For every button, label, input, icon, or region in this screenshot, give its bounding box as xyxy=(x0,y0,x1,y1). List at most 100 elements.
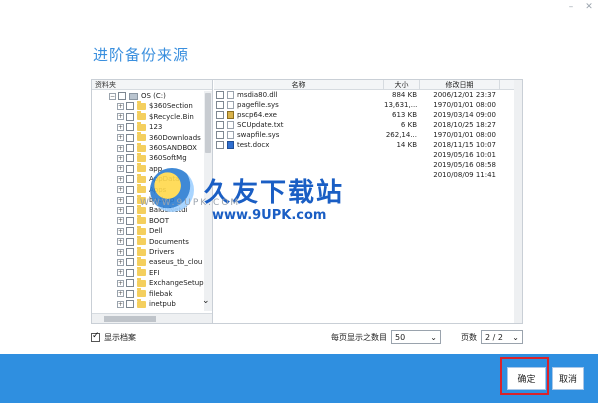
tree-hscrollbar[interactable] xyxy=(92,313,212,323)
expand-icon[interactable]: + xyxy=(117,175,124,183)
expand-icon[interactable]: + xyxy=(117,196,124,204)
expand-icon[interactable]: + xyxy=(117,279,124,287)
tree-node[interactable]: + filebak xyxy=(117,288,173,299)
file-checkbox[interactable] xyxy=(216,121,224,129)
expand-icon[interactable]: + xyxy=(117,217,124,225)
expand-icon[interactable]: + xyxy=(117,165,124,173)
tree-checkbox[interactable] xyxy=(126,102,134,111)
tree-vscrollbar[interactable] xyxy=(204,91,212,311)
tree-node[interactable]: + backup xyxy=(117,194,174,205)
tree-checkbox[interactable] xyxy=(126,227,134,236)
file-date: 2019/05/16 10:01 xyxy=(433,151,496,159)
tree-node[interactable]: +360SANDBOX xyxy=(117,142,197,153)
col-date[interactable]: 修改日期 xyxy=(420,80,500,89)
minimize-icon[interactable]: – xyxy=(562,0,580,14)
tree-vscroll-thumb[interactable] xyxy=(205,93,211,153)
tree-node[interactable]: + Dell xyxy=(117,225,163,236)
file-checkbox[interactable] xyxy=(216,141,224,149)
tree-node[interactable]: − OS (C:) xyxy=(109,91,166,101)
expand-icon[interactable]: + xyxy=(117,144,124,152)
folder-icon xyxy=(137,277,146,287)
tree-node[interactable]: + Drivers xyxy=(117,246,174,257)
tree-checkbox[interactable] xyxy=(126,268,134,277)
tree-checkbox[interactable] xyxy=(126,279,134,288)
tree-node[interactable]: + ExchangeSetup xyxy=(117,277,204,288)
file-row[interactable]: SCUpdate.txt 6 KB 2018/10/25 18:27 xyxy=(214,120,522,130)
tree-checkbox[interactable] xyxy=(126,300,134,308)
folder-icon xyxy=(137,298,146,308)
tree-node[interactable]: + inetpub xyxy=(117,298,176,309)
file-row[interactable]: test.docx 14 KB 2018/11/15 10:07 xyxy=(214,140,522,150)
file-row[interactable]: 2019/05/16 08:58 xyxy=(214,160,522,170)
file-row[interactable]: 2010/08/09 11:41 xyxy=(214,170,522,180)
file-row[interactable]: swapfile.sys 262,14... 1970/01/01 08:00 xyxy=(214,130,522,140)
expand-icon[interactable]: + xyxy=(117,206,124,214)
file-vscrollbar[interactable] xyxy=(514,80,522,323)
tree-checkbox[interactable] xyxy=(126,258,134,267)
tree-checkbox[interactable] xyxy=(126,123,134,132)
tree-checkbox[interactable] xyxy=(126,206,134,215)
tree-node[interactable]: +360SoftMg xyxy=(117,152,187,163)
file-row[interactable]: 2019/05/16 10:01 xyxy=(214,150,522,160)
tree-checkbox[interactable] xyxy=(126,216,134,225)
tree-checkbox[interactable] xyxy=(118,92,126,100)
file-checkbox[interactable] xyxy=(216,91,224,99)
tree-checkbox[interactable] xyxy=(126,112,134,121)
file-checkbox[interactable] xyxy=(216,101,224,109)
show-archive-checkbox[interactable] xyxy=(91,331,100,342)
expand-icon[interactable]: + xyxy=(117,186,124,194)
tree-node[interactable]: + Documents xyxy=(117,236,189,247)
expand-icon[interactable]: + xyxy=(117,123,124,131)
expand-icon[interactable]: + xyxy=(117,290,124,298)
file-row[interactable]: pagefile.sys 13,631,... 1970/01/01 08:00 xyxy=(214,100,522,110)
collapse-icon[interactable]: − xyxy=(109,92,116,100)
tree-node[interactable]: + app xyxy=(117,163,162,174)
tree-checkbox[interactable] xyxy=(126,237,134,246)
tree-node[interactable]: +123 xyxy=(117,121,162,132)
tree-node[interactable]: +360Downloads xyxy=(117,132,201,143)
expand-icon[interactable]: + xyxy=(117,134,124,142)
expand-icon[interactable]: + xyxy=(117,258,124,266)
file-row[interactable]: pscp64.exe 613 KB 2019/03/14 09:00 xyxy=(214,110,522,120)
tree-checkbox[interactable] xyxy=(126,133,134,142)
col-size[interactable]: 大小 xyxy=(384,80,420,89)
file-date: 2006/12/01 23:37 xyxy=(433,91,496,99)
expand-icon[interactable]: + xyxy=(117,102,124,110)
expand-icon[interactable]: + xyxy=(117,300,124,308)
close-icon[interactable]: ✕ xyxy=(580,0,598,14)
tree-checkbox[interactable] xyxy=(126,154,134,163)
expand-icon[interactable]: + xyxy=(117,113,124,121)
tree-node[interactable]: + $360Section xyxy=(117,100,193,111)
tree-checkbox[interactable] xyxy=(126,248,134,256)
col-name[interactable]: 名称 xyxy=(214,80,384,89)
per-page-select[interactable]: 50 ⌄ xyxy=(391,330,441,344)
expand-icon[interactable]: + xyxy=(117,238,124,246)
tree-checkbox[interactable] xyxy=(126,164,134,173)
tree-node[interactable]: + BaiduNetdi xyxy=(117,204,188,215)
file-checkbox[interactable] xyxy=(216,111,224,119)
tree-node[interactable]: + easeus_tb_clou xyxy=(117,256,202,267)
tree-checkbox[interactable] xyxy=(126,185,134,194)
tree-node[interactable]: + EFI xyxy=(117,267,160,278)
tree-checkbox[interactable] xyxy=(126,175,134,184)
tree-node[interactable]: + AppData xyxy=(117,173,179,184)
tree-node[interactable]: + $Recycle.Bin xyxy=(117,111,194,122)
tree-checkbox[interactable] xyxy=(126,289,134,298)
expand-icon[interactable]: + xyxy=(117,269,124,277)
tree-node[interactable]: + Apps xyxy=(117,184,166,195)
tree-hscroll-thumb[interactable] xyxy=(104,316,156,322)
tree-checkbox[interactable] xyxy=(126,144,134,152)
tree-node-label: filebak xyxy=(149,289,173,298)
chevron-down-icon[interactable]: ⌄ xyxy=(202,296,210,306)
expand-icon[interactable]: + xyxy=(117,248,124,256)
file-row[interactable]: msdia80.dll 884 KB 2006/12/01 23:37 xyxy=(214,90,522,100)
expand-icon[interactable]: + xyxy=(117,154,124,162)
cancel-button[interactable]: 取消 xyxy=(552,367,584,390)
tree-checkbox[interactable] xyxy=(126,196,134,204)
file-checkbox[interactable] xyxy=(216,131,224,139)
tree-node[interactable]: + BOOT xyxy=(117,215,169,226)
expand-icon[interactable]: + xyxy=(117,227,124,235)
page-select[interactable]: 2 / 2 ⌄ xyxy=(481,330,523,344)
dialog-window: – ✕ 进阶备份来源 资料夹 − OS (C:) + $360Section + $Rec… xyxy=(0,0,598,403)
file-name-cell: test.docx xyxy=(214,141,384,149)
